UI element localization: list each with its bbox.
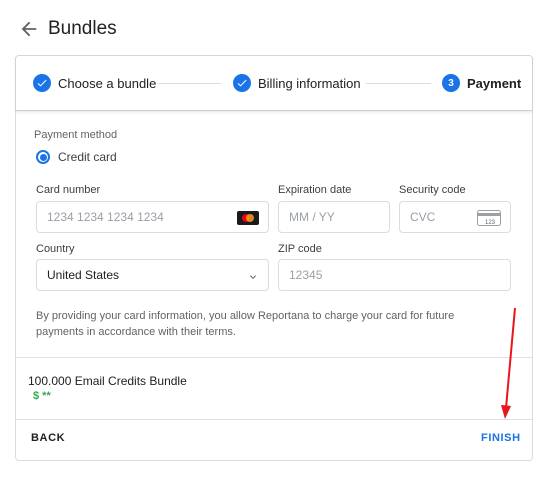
step-number-icon: 3: [442, 74, 460, 92]
svg-text:123: 123: [485, 220, 496, 226]
step-connector: [159, 83, 221, 84]
page-header: Bundles: [18, 14, 117, 44]
expiration-label: Expiration date: [278, 184, 352, 196]
chevron-down-icon: [250, 275, 256, 279]
expiration-placeholder: MM / YY: [289, 210, 335, 224]
credit-card-label: Credit card: [58, 150, 117, 164]
back-button[interactable]: BACK: [31, 432, 65, 444]
card-number-input[interactable]: 1234 1234 1234 1234: [36, 201, 269, 233]
cvc-placeholder: CVC: [410, 210, 436, 224]
divider: [16, 357, 532, 358]
mastercard-icon: [237, 211, 259, 225]
check-circle-icon: [233, 74, 251, 92]
back-arrow-icon[interactable]: [18, 18, 40, 40]
zip-code-input[interactable]: 12345: [278, 259, 511, 291]
stepper: Choose a bundle Billing information 3 Pa…: [16, 56, 532, 111]
payment-method-label: Payment method: [34, 129, 118, 141]
step-choose-bundle[interactable]: Choose a bundle: [33, 73, 156, 93]
payment-disclaimer: By providing your card information, you …: [36, 310, 455, 338]
bundle-price: $ **: [33, 390, 51, 402]
step-billing-information[interactable]: Billing information: [233, 73, 361, 93]
page-title: Bundles: [48, 18, 117, 39]
step-payment[interactable]: 3 Payment: [442, 73, 521, 93]
step-label: Choose a bundle: [58, 75, 157, 91]
step-connector: [366, 83, 431, 84]
divider: [16, 419, 532, 420]
country-value: United States: [47, 268, 120, 282]
bundle-name: 100.000 Email Credits Bundle: [28, 374, 187, 388]
card-cvc-icon: 123: [477, 210, 501, 226]
card-number-label: Card number: [36, 184, 101, 196]
checkout-card: Choose a bundle Billing information 3 Pa…: [15, 55, 533, 461]
country-select[interactable]: United States: [36, 259, 269, 291]
credit-card-radio[interactable]: Credit card: [36, 150, 117, 164]
security-code-label: Security code: [399, 184, 466, 196]
security-code-input[interactable]: CVC 123: [399, 201, 511, 233]
finish-button[interactable]: FINISH: [481, 432, 521, 444]
step-label: Payment: [467, 75, 522, 91]
step-label: Billing information: [258, 75, 361, 91]
zip-code-label: ZIP code: [278, 243, 322, 255]
expiration-input[interactable]: MM / YY: [278, 201, 390, 233]
check-circle-icon: [33, 74, 51, 92]
country-label: Country: [36, 243, 75, 255]
zip-placeholder: 12345: [289, 268, 323, 282]
radio-selected-icon[interactable]: [36, 150, 50, 164]
card-number-placeholder: 1234 1234 1234 1234: [47, 210, 164, 224]
